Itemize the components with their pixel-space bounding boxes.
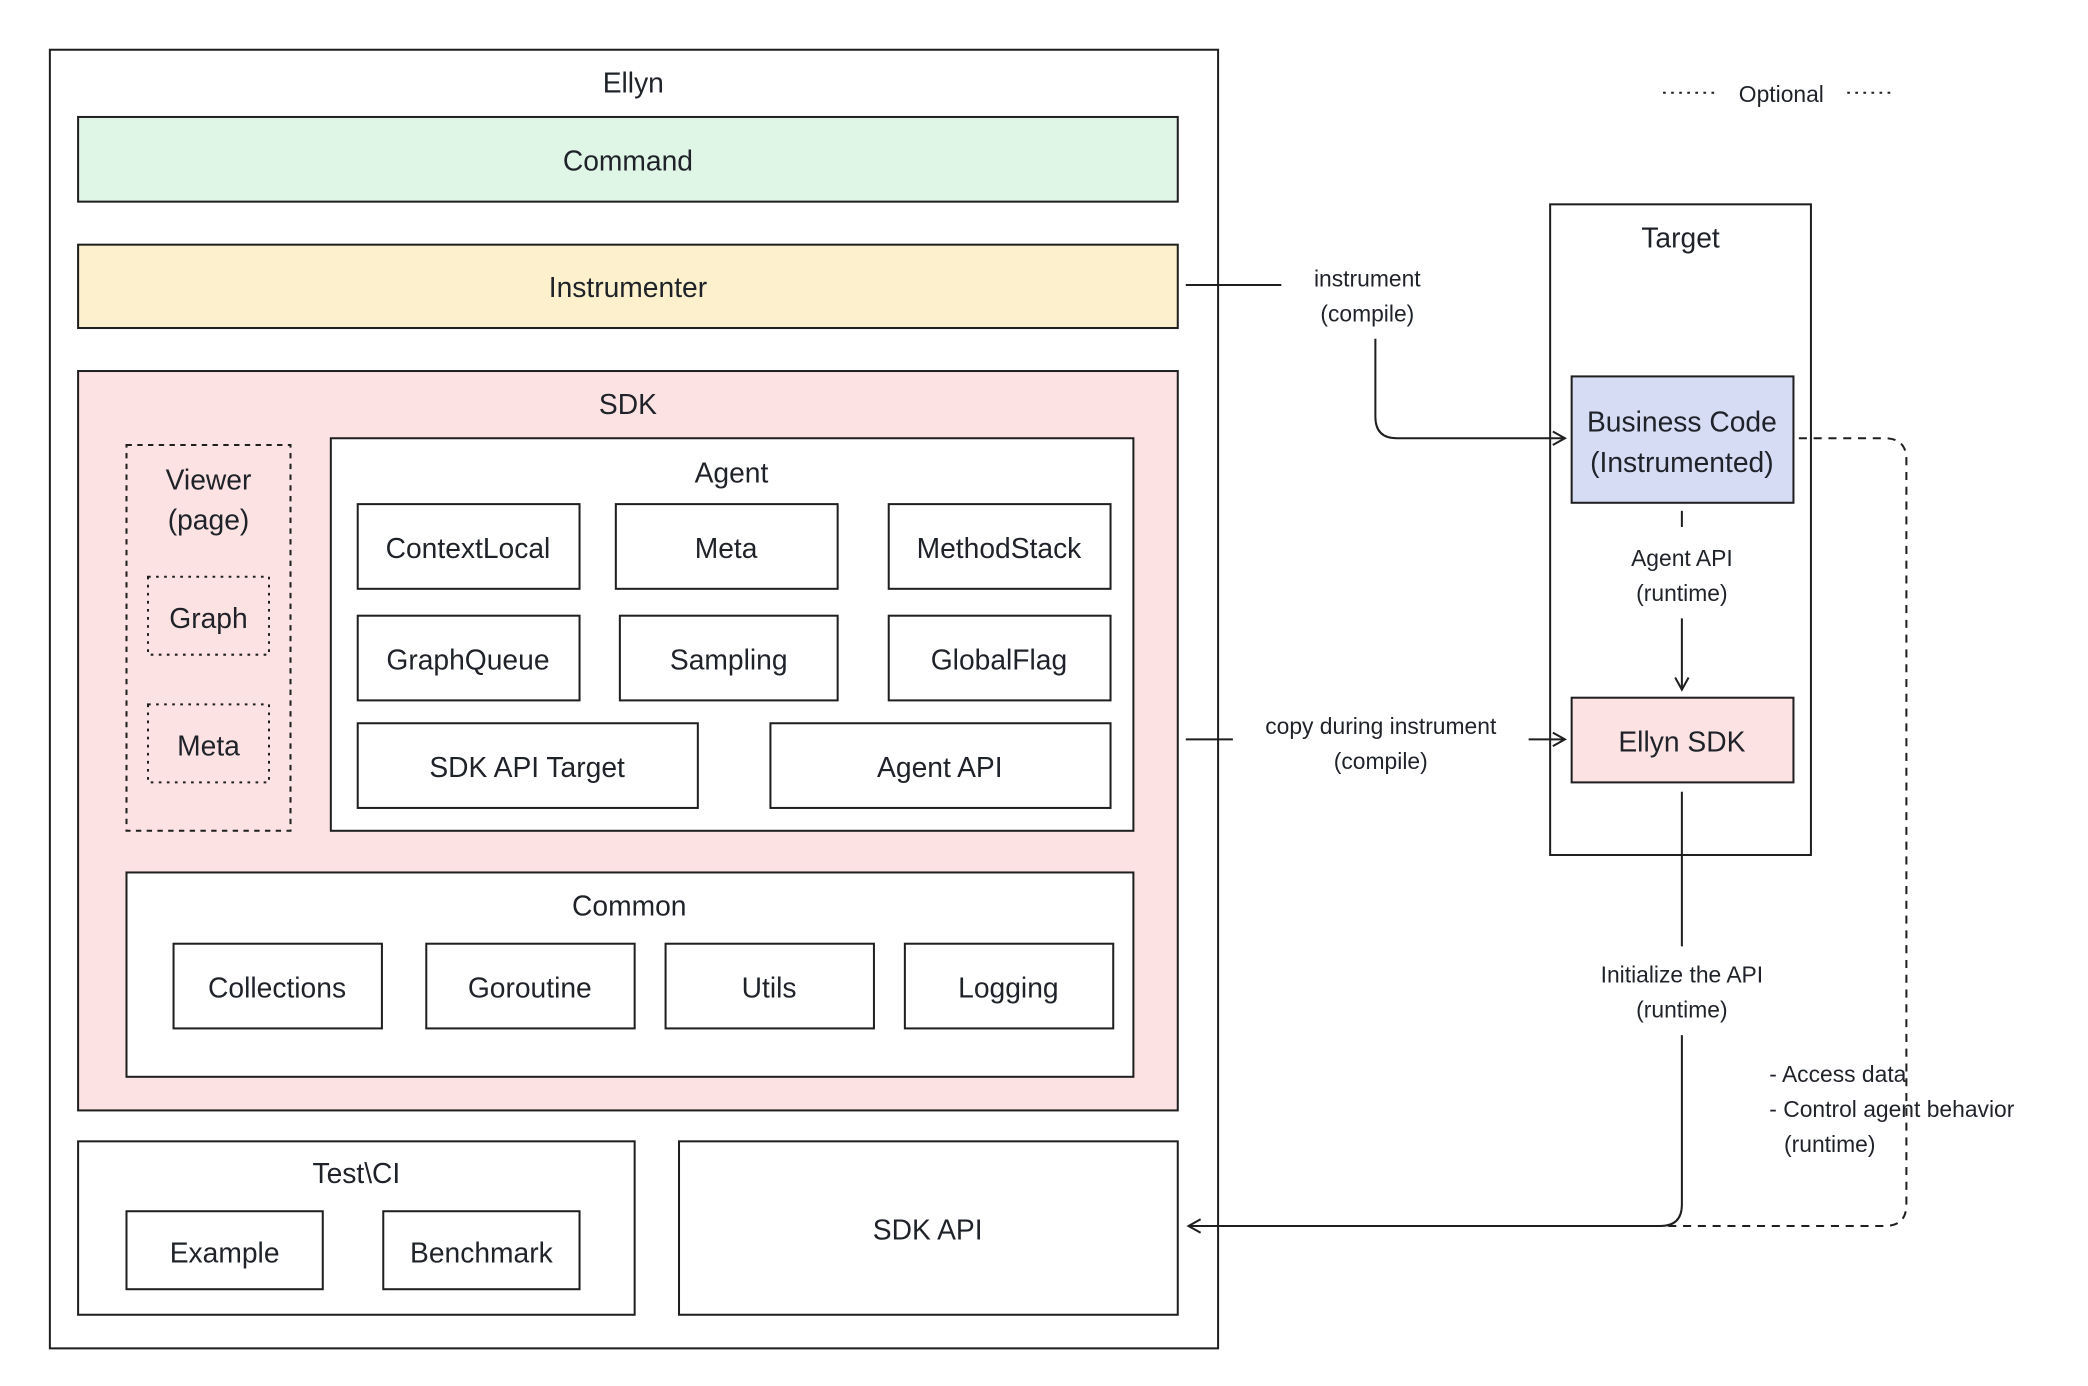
target-container: Target Business Code (Instrumented) Elly… <box>1549 203 1812 856</box>
viewer-subtitle: (page) <box>168 504 250 536</box>
ellyn-sdk-label: Ellyn SDK <box>1618 725 1745 757</box>
test-ci-benchmark-label: Benchmark <box>410 1236 554 1268</box>
edge-access-label-3: (runtime) <box>1784 1131 1875 1157</box>
edge-access-label-1: - Access data <box>1769 1061 1906 1087</box>
edge-agent-api-label: Agent API <box>1631 545 1733 571</box>
business-code-sublabel: (Instrumented) <box>1590 446 1774 478</box>
viewer-graph-label: Graph <box>169 602 247 634</box>
edge-instrument: instrument (compile) <box>1185 265 1568 446</box>
instrumenter-label: Instrumenter <box>549 271 707 303</box>
edge-instrument-label: instrument <box>1314 265 1421 291</box>
sdk-api-label: SDK API <box>873 1213 983 1245</box>
agent-sdk-api-target-label: SDK API Target <box>429 751 625 783</box>
agent-title: Agent <box>695 457 769 489</box>
viewer-title: Viewer <box>166 463 252 495</box>
edge-init-api: Initialize the API (runtime) <box>1186 791 1764 1234</box>
legend-optional: Optional <box>1663 81 1891 107</box>
edge-init-api-label: Initialize the API <box>1601 962 1764 988</box>
edge-agent-api-sublabel: (runtime) <box>1636 580 1727 606</box>
common-goroutine-label: Goroutine <box>468 971 592 1003</box>
edge-copy: copy during instrument (compile) <box>1185 713 1568 774</box>
legend-optional-label: Optional <box>1739 81 1824 107</box>
viewer-meta-label: Meta <box>177 730 240 762</box>
agent-meta-label: Meta <box>695 532 758 564</box>
ellyn-title: Ellyn <box>603 67 664 99</box>
agent-globalflag-label: GlobalFlag <box>931 643 1067 675</box>
edge-init-api-sublabel: (runtime) <box>1636 997 1727 1023</box>
business-code-label: Business Code <box>1587 406 1777 438</box>
common-collections-label: Collections <box>208 971 346 1003</box>
agent-contextlocal-label: ContextLocal <box>386 532 551 564</box>
agent-sampling-label: Sampling <box>670 643 788 675</box>
agent-agent-api-label: Agent API <box>877 751 1003 783</box>
business-code-box[interactable] <box>1570 375 1795 504</box>
edge-copy-sublabel: (compile) <box>1334 748 1428 774</box>
test-ci-title: Test\CI <box>312 1157 400 1189</box>
agent-graphqueue-label: GraphQueue <box>386 643 549 675</box>
sdk-title: SDK <box>599 388 657 420</box>
command-label: Command <box>563 145 693 177</box>
common-container: Common Collections Goroutine Utils Loggi… <box>125 871 1135 1078</box>
architecture-diagram: Optional Ellyn Command Instrumenter SDK … <box>48 48 2015 1350</box>
target-title: Target <box>1641 221 1720 253</box>
sdk-container: SDK Viewer (page) Graph Meta Agent Conte… <box>77 370 1179 1112</box>
edge-instrument-arrow <box>1374 338 1568 446</box>
common-logging-label: Logging <box>958 971 1058 1003</box>
edge-access-label-2: - Control agent behavior <box>1769 1096 2014 1122</box>
test-ci-container: Test\CI Example Benchmark <box>77 1140 636 1316</box>
edge-copy-label: copy during instrument <box>1265 713 1497 739</box>
common-title: Common <box>572 889 686 921</box>
agent-methodstack-label: MethodStack <box>917 532 1083 564</box>
edge-instrument-sublabel: (compile) <box>1320 300 1414 326</box>
common-utils-label: Utils <box>742 971 797 1003</box>
ellyn-container: Ellyn Command Instrumenter SDK Viewer (p… <box>48 48 1220 1350</box>
agent-container: Agent ContextLocal Meta MethodStack Grap… <box>329 437 1135 832</box>
test-ci-example-label: Example <box>170 1236 280 1268</box>
edge-init-api-arrow <box>1186 1035 1683 1234</box>
